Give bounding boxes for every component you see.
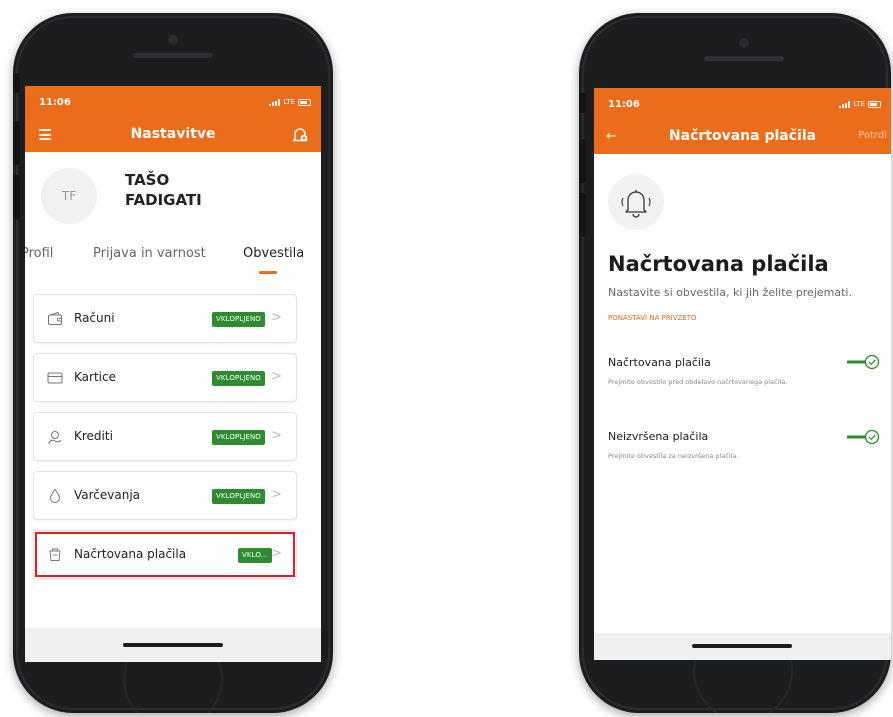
item-label: Varčevanja bbox=[74, 488, 141, 502]
status-indicators: LTE bbox=[839, 100, 881, 108]
item-label: Krediti bbox=[74, 429, 113, 443]
app-bar: Nastavitve bbox=[25, 118, 321, 152]
section-heading: Načrtovana plačila bbox=[608, 252, 829, 276]
item-label: Kartice bbox=[74, 370, 116, 384]
toggle-nacrtovana-placila[interactable] bbox=[846, 354, 881, 370]
section-subtitle: Nastavite si obvestila, ki jih želite pr… bbox=[608, 286, 852, 299]
front-camera bbox=[739, 38, 749, 48]
network-label: LTE bbox=[283, 98, 295, 106]
savings-drop-icon bbox=[47, 488, 63, 504]
app-bar: ← Načrtovana plačila Potrdi bbox=[594, 120, 891, 154]
status-badge: VKLOPLJENO bbox=[212, 371, 265, 386]
volume-down-button bbox=[579, 193, 586, 237]
card-icon bbox=[47, 370, 63, 386]
notification-item-racuni[interactable]: Računi VKLOPLJENO > bbox=[33, 294, 297, 343]
setting-title-neizvrsena-placila: Neizvršena plačila bbox=[608, 430, 709, 443]
highlight-box bbox=[35, 532, 295, 577]
tab-profil[interactable]: Profil bbox=[25, 246, 53, 261]
setting-description: Prejmite obvestilo pred obdelavo načrtov… bbox=[608, 378, 788, 386]
volume-down-button bbox=[13, 175, 20, 219]
phone-right: 11:06 LTE ← Načrtovana plačila Potrdi Na… bbox=[579, 13, 891, 713]
battery-icon bbox=[298, 98, 311, 106]
earpiece-speaker bbox=[133, 53, 213, 58]
user-name: TAŠO FADIGATI bbox=[125, 171, 202, 209]
loan-icon bbox=[47, 429, 63, 445]
home-indicator bbox=[123, 643, 223, 647]
tab-obvestila[interactable]: Obvestila bbox=[243, 246, 304, 261]
scene: 11:06 LTE Nastavitve TF TAŠO FADIGATI ro… bbox=[0, 0, 893, 717]
signal-icon bbox=[269, 98, 281, 106]
status-bar: 11:06 LTE bbox=[594, 88, 891, 120]
tab-prijava-in-varnost[interactable]: Prijava in varnost bbox=[93, 246, 206, 261]
item-label: Računi bbox=[74, 311, 115, 325]
status-badge: VKLOPLJENO bbox=[212, 312, 265, 327]
status-badge: VKLOPLJENO bbox=[212, 489, 265, 504]
earpiece-speaker bbox=[704, 56, 784, 61]
toggle-neizvrsena-placila[interactable] bbox=[846, 429, 881, 445]
notification-item-varcevanja[interactable]: Varčevanja VKLOPLJENO > bbox=[33, 471, 297, 520]
chevron-right-icon: > bbox=[271, 369, 282, 384]
avatar: TF bbox=[41, 168, 97, 224]
bell-illustration-icon bbox=[608, 174, 664, 230]
screen-left: 11:06 LTE Nastavitve TF TAŠO FADIGATI ro… bbox=[25, 86, 321, 662]
profile-header: TF TAŠO FADIGATI bbox=[25, 152, 321, 236]
setting-title-nacrtovana-placila: Načrtovana plačila bbox=[608, 356, 711, 369]
volume-up-button bbox=[579, 139, 586, 183]
volume-up-button bbox=[13, 121, 20, 165]
status-indicators: LTE bbox=[269, 98, 311, 106]
active-tab-indicator bbox=[259, 271, 277, 274]
home-indicator bbox=[692, 644, 792, 648]
battery-icon bbox=[868, 100, 881, 108]
page-title: Načrtovana plačila bbox=[668, 128, 817, 144]
home-indicator-bar bbox=[594, 633, 891, 660]
status-time: 11:06 bbox=[608, 98, 640, 110]
status-bar: 11:06 LTE bbox=[25, 86, 321, 118]
chevron-right-icon: > bbox=[271, 428, 282, 443]
settings-tabs: Profil Prijava in varnost Obvestila bbox=[25, 246, 321, 282]
network-label: LTE bbox=[853, 100, 865, 108]
reset-to-default-link[interactable]: PONASTAVI NA PRIVZETO bbox=[608, 314, 697, 322]
front-camera bbox=[168, 35, 178, 45]
notification-item-kartice[interactable]: Kartice VKLOPLJENO > bbox=[33, 353, 297, 402]
notification-item-krediti[interactable]: Krediti VKLOPLJENO > bbox=[33, 412, 297, 461]
chevron-right-icon: > bbox=[271, 487, 282, 502]
setting-description: Prejmite obvestila za neizvršena plačila… bbox=[608, 452, 739, 460]
wallet-icon bbox=[47, 311, 63, 327]
signal-icon bbox=[839, 100, 851, 108]
page-title: Nastavitve bbox=[130, 126, 216, 142]
notifications-bell-icon[interactable] bbox=[289, 124, 311, 146]
chevron-right-icon: > bbox=[271, 310, 282, 325]
home-indicator-bar bbox=[25, 628, 321, 662]
phone-left: 11:06 LTE Nastavitve TF TAŠO FADIGATI ro… bbox=[13, 13, 333, 713]
confirm-button[interactable]: Potrdi bbox=[858, 130, 887, 141]
status-badge: VKLOPLJENO bbox=[212, 430, 265, 445]
screen-right: 11:06 LTE ← Načrtovana plačila Potrdi Na… bbox=[594, 88, 891, 660]
mute-switch bbox=[579, 93, 586, 113]
mute-switch bbox=[13, 73, 20, 93]
status-time: 11:06 bbox=[39, 96, 71, 108]
